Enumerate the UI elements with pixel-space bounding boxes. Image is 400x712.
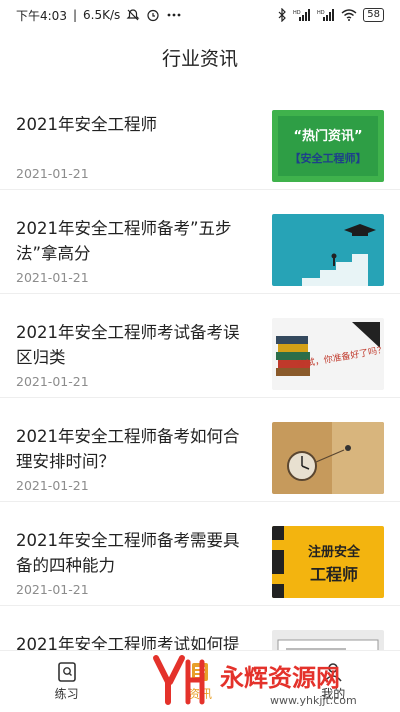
signal-hd-icon: HD xyxy=(293,9,311,21)
bottom-tab-bar: 练习 资讯 我的 xyxy=(0,650,400,712)
tab-practice[interactable]: 练习 xyxy=(27,661,107,702)
news-icon xyxy=(190,661,210,683)
alarm-icon xyxy=(146,8,160,22)
thumb-text: “热门资讯” xyxy=(293,128,362,144)
news-thumbnail xyxy=(272,422,384,494)
tab-label: 我的 xyxy=(321,687,346,701)
status-time: 下午4:03 xyxy=(16,8,67,23)
tab-label: 练习 xyxy=(54,687,79,701)
news-item[interactable]: 2021年安全工程师考试备考误区归类 2021-01-21 考试，你准备好了吗？ xyxy=(0,294,400,398)
news-date: 2021-01-21 xyxy=(16,166,89,181)
svg-text:HD: HD xyxy=(317,10,325,16)
news-list: 2021年安全工程师 2021-01-21 “热门资讯” 【安全工程师】 202… xyxy=(0,86,400,710)
news-date: 2021-01-21 xyxy=(16,374,89,389)
news-date: 2021-01-21 xyxy=(16,478,89,493)
news-thumbnail xyxy=(272,214,384,286)
status-speed: 6.5K/s xyxy=(83,8,121,22)
status-bar: 下午4:03 | 6.5K/s HD HD 58 xyxy=(0,0,400,30)
news-item[interactable]: 2021年安全工程师备考”五步法”拿高分 2021-01-21 xyxy=(0,190,400,294)
page-title: 行业资讯 xyxy=(161,48,238,70)
news-item[interactable]: 2021年安全工程师备考如何合理安排时间？ 2021-01-21 xyxy=(0,398,400,502)
thumb-text: 【安全工程师】 xyxy=(290,151,367,165)
news-date: 2021-01-21 xyxy=(16,582,89,597)
tab-news[interactable]: 资讯 xyxy=(160,661,240,702)
news-title: 2021年安全工程师备考需要具备的四种能力 xyxy=(16,531,240,575)
more-icon xyxy=(166,12,182,18)
book-icon xyxy=(57,661,77,683)
news-thumbnail: 考试，你准备好了吗？ xyxy=(272,318,384,390)
news-title: 2021年安全工程师 xyxy=(16,115,157,134)
user-icon xyxy=(323,661,343,683)
tab-mine[interactable]: 我的 xyxy=(293,661,373,702)
tab-label: 资讯 xyxy=(187,687,212,701)
news-thumbnail: “热门资讯” 【安全工程师】 xyxy=(272,110,384,182)
thumb-text: 注册安全 xyxy=(308,544,361,560)
news-thumbnail: 注册安全 工程师 xyxy=(272,526,384,598)
news-title: 2021年安全工程师考试备考误区归类 xyxy=(16,323,240,367)
mute-icon xyxy=(126,8,140,22)
status-left: 下午4:03 | 6.5K/s xyxy=(16,7,182,24)
news-date: 2021-01-21 xyxy=(16,270,89,285)
wifi-icon xyxy=(341,9,357,21)
thumb-text: 工程师 xyxy=(310,565,358,584)
svg-text:HD: HD xyxy=(293,10,301,16)
news-title: 2021年安全工程师备考”五步法”拿高分 xyxy=(16,219,232,263)
news-title: 2021年安全工程师备考如何合理安排时间？ xyxy=(16,427,240,471)
status-divider: | xyxy=(72,8,77,22)
status-right: HD HD 58 xyxy=(277,8,384,22)
news-item[interactable]: 2021年安全工程师备考需要具备的四种能力 2021-01-21 注册安全 工程… xyxy=(0,502,400,606)
battery-icon: 58 xyxy=(363,8,384,22)
bluetooth-icon xyxy=(277,8,287,22)
signal-hd-icon: HD xyxy=(317,9,335,21)
news-item[interactable]: 2021年安全工程师 2021-01-21 “热门资讯” 【安全工程师】 xyxy=(0,86,400,190)
